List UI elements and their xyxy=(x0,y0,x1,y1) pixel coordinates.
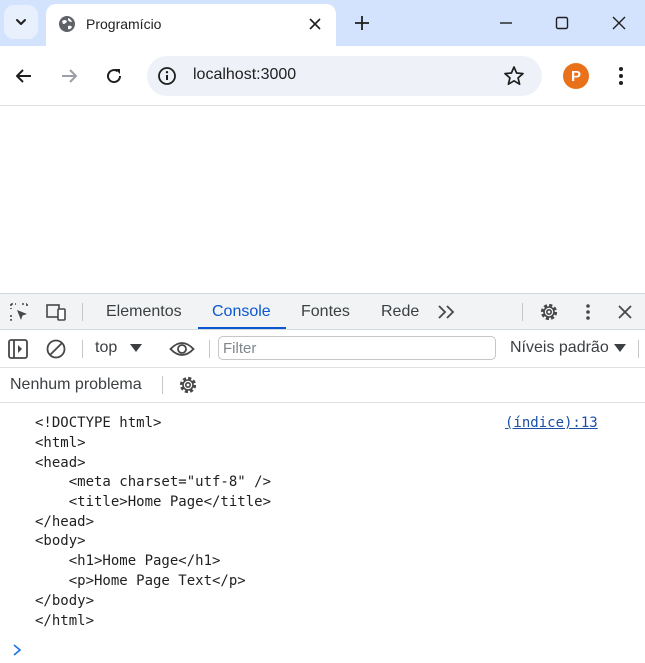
url-text[interactable]: localhost:3000 xyxy=(193,66,296,84)
back-arrow-icon xyxy=(16,69,31,83)
forward-button[interactable] xyxy=(55,62,83,90)
log-line: <!DOCTYPE html> xyxy=(35,415,162,431)
log-line: <p>Home Page Text</p> xyxy=(35,573,246,589)
gear-icon xyxy=(179,376,197,394)
gear-icon xyxy=(540,303,558,321)
maximize-icon xyxy=(555,16,569,30)
minimize-button[interactable] xyxy=(493,10,519,36)
live-expression-button[interactable] xyxy=(169,337,195,361)
device-toolbar-button[interactable] xyxy=(44,300,68,324)
settings-button[interactable] xyxy=(537,300,561,324)
page-viewport xyxy=(0,106,645,293)
reload-button[interactable] xyxy=(100,62,128,90)
tab-close-button[interactable] xyxy=(304,13,326,35)
sidebar-toggle-icon xyxy=(8,339,28,359)
caret-down-icon[interactable] xyxy=(130,344,142,352)
forward-arrow-icon xyxy=(62,69,77,83)
tab-console[interactable]: Console xyxy=(210,294,273,329)
context-selector[interactable]: top xyxy=(95,339,117,357)
kebab-menu-icon xyxy=(586,304,590,320)
maximize-button[interactable] xyxy=(549,10,575,36)
browser-tab[interactable]: Programício xyxy=(46,4,336,46)
tab-strip: Programício xyxy=(0,0,645,46)
reload-icon xyxy=(107,69,122,84)
profile-avatar[interactable]: P xyxy=(563,63,589,89)
toolbar-divider xyxy=(638,340,639,358)
log-line: </body> xyxy=(35,593,95,609)
filter-input[interactable] xyxy=(218,336,496,360)
info-icon[interactable] xyxy=(157,66,177,86)
log-line: <h1>Home Page</h1> xyxy=(35,553,221,569)
close-devtools-button[interactable] xyxy=(613,300,637,324)
issues-bar: Nenhum problema xyxy=(0,368,645,403)
tab-fontes[interactable]: Fontes xyxy=(299,294,352,329)
console-output: (índice):13 <!DOCTYPE html> <html> <head… xyxy=(0,403,645,663)
chevron-down-icon xyxy=(16,19,26,25)
double-chevron-right-icon xyxy=(438,305,455,319)
back-button[interactable] xyxy=(10,62,38,90)
address-bar[interactable]: localhost:3000 xyxy=(147,56,542,96)
close-icon xyxy=(618,305,632,319)
clear-console-button[interactable] xyxy=(44,337,68,361)
kebab-menu-icon xyxy=(619,67,623,85)
log-line: <head> xyxy=(35,455,86,471)
close-window-button[interactable] xyxy=(606,10,632,36)
tab-elementos[interactable]: Elementos xyxy=(104,294,184,329)
star-icon[interactable] xyxy=(503,65,525,87)
inspect-element-icon xyxy=(10,303,28,321)
log-line: <html> xyxy=(35,435,86,451)
sidebar-toggle-button[interactable] xyxy=(6,337,30,361)
source-link[interactable]: (índice):13 xyxy=(505,415,598,431)
issues-status[interactable]: Nenhum problema xyxy=(10,376,142,394)
browser-menu-button[interactable] xyxy=(609,62,633,90)
console-toolbar: top Níveis padrão xyxy=(0,330,645,368)
toolbar-divider xyxy=(209,340,210,358)
tab-title: Programício xyxy=(86,16,162,32)
browser-toolbar: localhost:3000 P xyxy=(0,46,645,106)
devtools-tab-bar: Elementos Console Fontes Rede xyxy=(0,293,645,330)
close-icon xyxy=(309,18,321,30)
close-icon xyxy=(612,16,626,30)
log-levels-dropdown[interactable]: Níveis padrão xyxy=(510,339,609,357)
eye-icon xyxy=(169,342,195,356)
toolbar-divider xyxy=(82,303,83,321)
log-line: <meta charset="utf-8" /> xyxy=(35,474,272,490)
inspect-element-button[interactable] xyxy=(7,300,31,324)
chevron-right-icon[interactable] xyxy=(11,643,23,657)
plus-icon xyxy=(355,16,369,30)
device-toolbar-icon xyxy=(46,304,66,321)
tab-rede[interactable]: Rede xyxy=(379,294,421,329)
tab-search-button[interactable] xyxy=(4,5,38,39)
active-tab-indicator xyxy=(198,327,286,329)
globe-icon xyxy=(59,16,75,32)
clear-console-icon xyxy=(46,339,66,359)
devtools-menu-button[interactable] xyxy=(576,300,600,324)
log-line: <body> xyxy=(35,533,86,549)
log-line: </head> xyxy=(35,514,95,530)
new-tab-button[interactable] xyxy=(350,11,374,35)
caret-down-icon[interactable] xyxy=(614,344,626,352)
console-settings-button[interactable] xyxy=(176,373,200,397)
minimize-icon xyxy=(500,22,512,24)
toolbar-divider xyxy=(82,340,83,358)
log-line: <title>Home Page</title> xyxy=(35,494,272,510)
toolbar-divider xyxy=(522,303,523,321)
toolbar-divider xyxy=(162,376,163,394)
more-tabs-button[interactable] xyxy=(434,300,458,324)
log-line: </html> xyxy=(35,613,95,629)
